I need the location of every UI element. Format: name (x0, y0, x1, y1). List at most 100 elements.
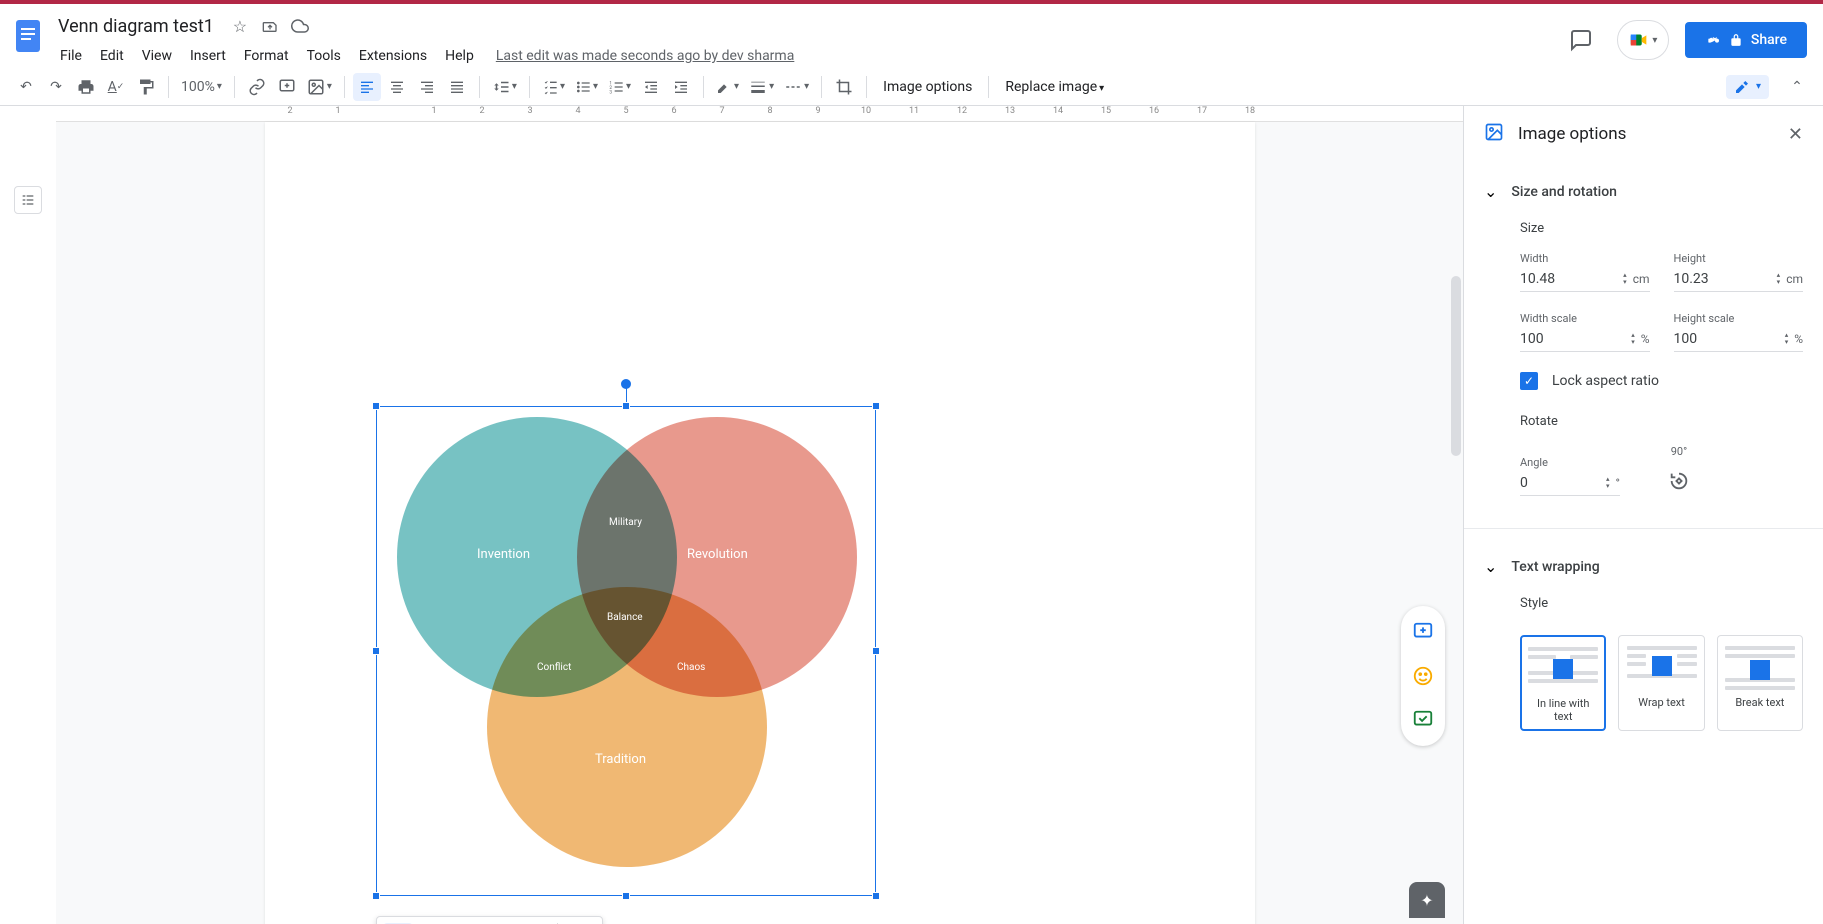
venn-label-ab: Military (609, 517, 642, 528)
menu-edit[interactable]: Edit (92, 44, 132, 68)
add-comment-button[interactable] (273, 73, 301, 101)
move-icon[interactable] (260, 16, 280, 36)
venn-label-a: Invention (477, 547, 530, 562)
rotate-label: Rotate (1520, 414, 1803, 429)
share-button[interactable]: Share (1685, 22, 1807, 58)
border-weight-button[interactable]: ▾ (745, 73, 778, 101)
add-comment-float-button[interactable] (1405, 614, 1441, 650)
left-gutter (0, 106, 56, 924)
venn-image: Invention Revolution Tradition Military … (377, 407, 875, 895)
print-button[interactable] (72, 73, 100, 101)
meet-button[interactable]: ▾ (1617, 20, 1669, 60)
rotate-handle[interactable] (621, 379, 631, 389)
height-input[interactable] (1674, 271, 1777, 287)
checklist-button[interactable]: ▾ (538, 73, 569, 101)
horizontal-ruler[interactable]: 2 1 1 2 3 4 5 6 7 8 9 10 11 12 13 14 15 … (56, 106, 1463, 122)
image-selection[interactable]: Invention Revolution Tradition Military … (376, 406, 876, 896)
editing-mode-button[interactable]: ▾ (1726, 75, 1769, 99)
chevron-down-icon: ⌄ (1484, 557, 1497, 576)
menu-tools[interactable]: Tools (299, 44, 349, 68)
height-label: Height (1674, 252, 1804, 265)
docs-logo[interactable] (8, 16, 48, 56)
spellcheck-button[interactable]: A✓ (102, 73, 130, 101)
undo-button[interactable]: ↶ (12, 73, 40, 101)
height-scale-label: Height scale (1674, 312, 1804, 325)
wrap-style-inline[interactable]: In line with text (1520, 635, 1606, 731)
canvas-area[interactable]: 2 1 1 2 3 4 5 6 7 8 9 10 11 12 13 14 15 … (56, 106, 1463, 924)
menu-help[interactable]: Help (437, 44, 482, 68)
show-outline-button[interactable] (14, 186, 42, 214)
insert-image-button[interactable]: ▾ (303, 73, 336, 101)
scrollbar[interactable] (1451, 276, 1461, 456)
menu-extensions[interactable]: Extensions (351, 44, 435, 68)
style-label: Style (1520, 596, 1803, 611)
height-scale-spinner[interactable]: ▴▾ (1785, 332, 1789, 346)
close-sidebar-button[interactable]: ✕ (1788, 124, 1803, 145)
explore-button[interactable]: ✦ (1409, 882, 1445, 918)
wrap-style-wrap[interactable]: Wrap text (1618, 635, 1704, 731)
line-spacing-button[interactable]: ▾ (488, 73, 521, 101)
wrap-style-break[interactable]: Break text (1717, 635, 1803, 731)
menu-view[interactable]: View (134, 44, 180, 68)
size-label: Size (1520, 221, 1803, 236)
venn-label-abc: Balance (607, 612, 643, 623)
redo-button[interactable]: ↷ (42, 73, 70, 101)
svg-text:3: 3 (609, 89, 612, 94)
text-wrapping-section-header[interactable]: ⌄ Text wrapping (1484, 549, 1803, 584)
border-color-button[interactable]: ▾ (712, 73, 743, 101)
toolbar: ↶ ↷ A✓ 100%▾ ▾ ▾ ▾ ▾ 123▾ ▾ ▾ ▾ Image op… (0, 68, 1823, 106)
bulleted-list-button[interactable]: ▾ (571, 73, 602, 101)
rotate-90-button[interactable] (1668, 470, 1690, 496)
width-input[interactable] (1520, 271, 1623, 287)
width-scale-spinner[interactable]: ▴▾ (1631, 332, 1635, 346)
width-spinner[interactable]: ▴▾ (1623, 272, 1627, 286)
crop-button[interactable] (830, 73, 858, 101)
border-dash-button[interactable]: ▾ (780, 73, 813, 101)
paint-format-button[interactable] (132, 73, 160, 101)
lock-aspect-label: Lock aspect ratio (1552, 373, 1659, 389)
align-right-button[interactable] (413, 73, 441, 101)
floating-buttons (1401, 606, 1445, 746)
angle-input[interactable] (1520, 475, 1606, 491)
link-button[interactable] (243, 73, 271, 101)
venn-circle-c (487, 587, 767, 867)
last-edit-link[interactable]: Last edit was made seconds ago by dev sh… (496, 48, 795, 64)
venn-label-ac: Conflict (537, 662, 571, 673)
menu-format[interactable]: Format (236, 44, 297, 68)
image-icon (1484, 122, 1504, 146)
decrease-indent-button[interactable] (637, 73, 665, 101)
comment-history-icon[interactable] (1561, 20, 1601, 60)
size-rotation-section-header[interactable]: ⌄ Size and rotation (1484, 174, 1803, 209)
menu-insert[interactable]: Insert (182, 44, 234, 68)
numbered-list-button[interactable]: 123▾ (604, 73, 635, 101)
height-spinner[interactable]: ▴▾ (1777, 272, 1781, 286)
image-options-button[interactable]: Image options (875, 79, 980, 95)
hide-menus-button[interactable]: ⌃ (1783, 73, 1811, 101)
image-options-sidebar: Image options ✕ ⌄ Size and rotation Size… (1463, 106, 1823, 924)
width-label: Width (1520, 252, 1650, 265)
lock-aspect-checkbox[interactable]: ✓ (1520, 372, 1538, 390)
cloud-status-icon[interactable] (290, 16, 310, 36)
share-label: Share (1751, 32, 1787, 48)
ninety-label: 90° (1671, 445, 1687, 458)
image-context-toolbar: ⋮ (376, 916, 603, 924)
angle-spinner[interactable]: ▴▾ (1606, 476, 1610, 490)
height-scale-input[interactable] (1674, 331, 1785, 347)
align-center-button[interactable] (383, 73, 411, 101)
menu-file[interactable]: File (52, 44, 90, 68)
sidebar-title: Image options (1518, 124, 1774, 144)
chevron-down-icon: ⌄ (1484, 182, 1497, 201)
venn-label-bc: Chaos (677, 662, 705, 673)
suggest-edit-float-button[interactable] (1405, 702, 1441, 738)
add-emoji-float-button[interactable] (1405, 658, 1441, 694)
align-left-button[interactable] (353, 73, 381, 101)
header: Venn diagram test1 ☆ File Edit View Inse… (0, 4, 1823, 68)
star-icon[interactable]: ☆ (230, 16, 250, 36)
align-justify-button[interactable] (443, 73, 471, 101)
replace-image-button[interactable]: Replace image▾ (997, 79, 1112, 95)
document-title[interactable]: Venn diagram test1 (52, 14, 220, 39)
increase-indent-button[interactable] (667, 73, 695, 101)
width-scale-input[interactable] (1520, 331, 1631, 347)
width-scale-label: Width scale (1520, 312, 1650, 325)
zoom-dropdown[interactable]: 100%▾ (177, 73, 226, 101)
